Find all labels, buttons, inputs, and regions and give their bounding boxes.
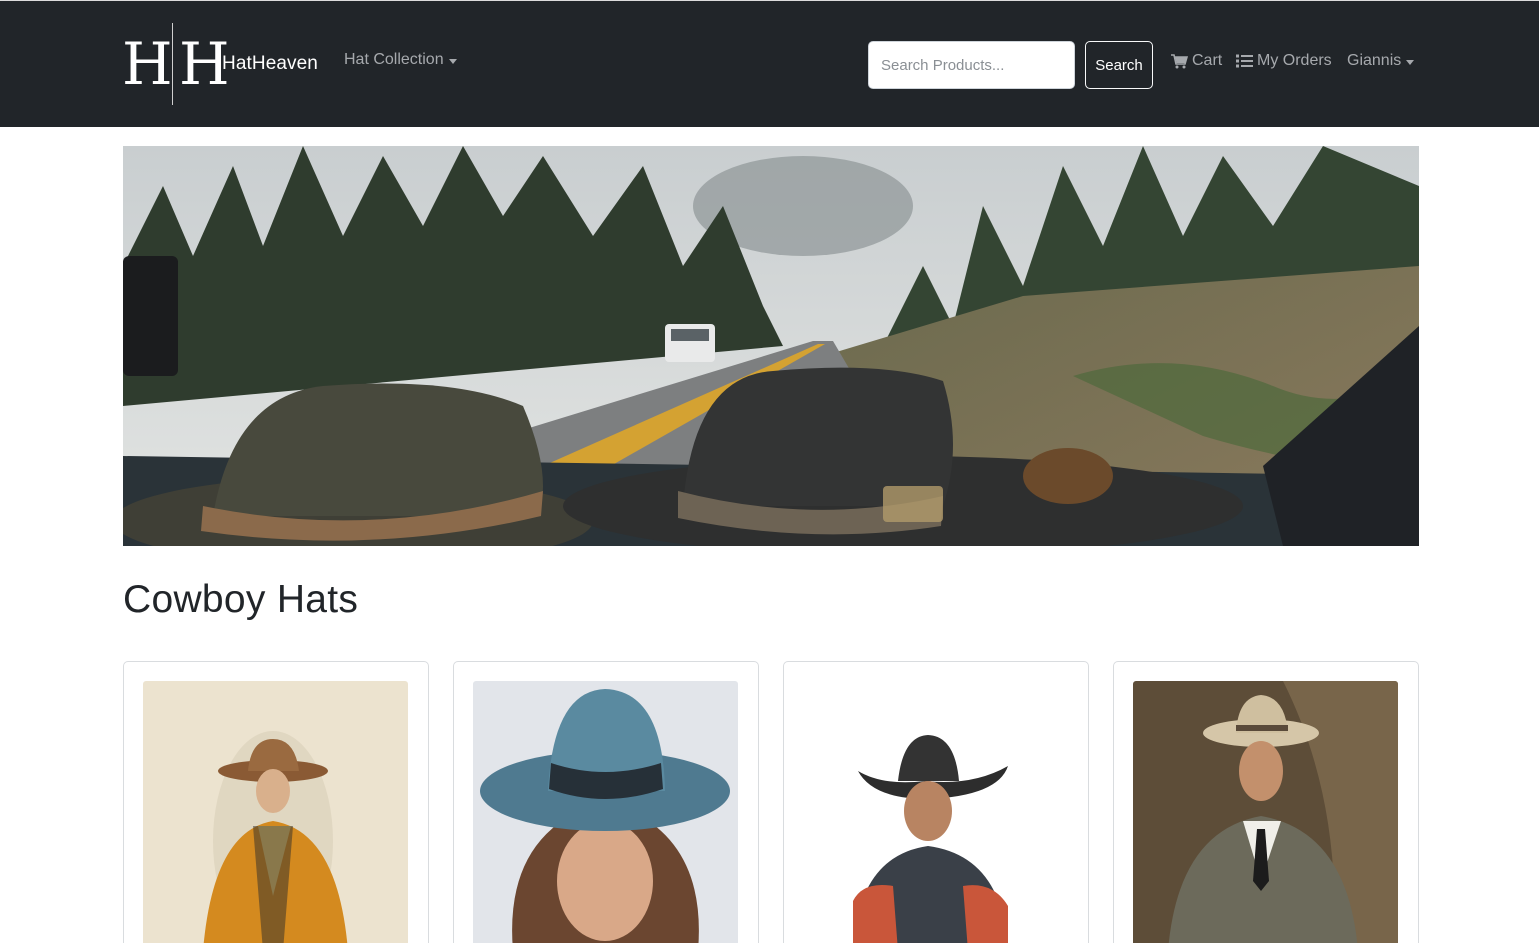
product-image[interactable] <box>143 681 408 943</box>
hat-collection-label: Hat Collection <box>344 51 444 68</box>
logo-letter-left: H <box>122 30 173 98</box>
list-icon <box>1236 54 1253 68</box>
cart-icon <box>1171 53 1188 68</box>
navbar: H H HatHeaven Hat Collection Search Cart… <box>0 0 1539 127</box>
brand-link[interactable]: H H HatHeaven <box>122 23 318 105</box>
logo-divider <box>172 23 173 105</box>
user-name: Giannis <box>1347 52 1402 69</box>
brand-name: HatHeaven <box>222 53 318 74</box>
brand-logo: H H <box>122 23 230 105</box>
my-orders-label: My Orders <box>1257 52 1332 69</box>
search-button[interactable]: Search <box>1085 41 1153 89</box>
product-card[interactable] <box>1113 661 1419 943</box>
product-card[interactable] <box>123 661 429 943</box>
cart-label: Cart <box>1192 52 1223 69</box>
section-title: Cowboy Hats <box>123 578 359 621</box>
search-input[interactable] <box>868 41 1075 89</box>
my-orders-link[interactable]: My Orders <box>1236 52 1332 70</box>
product-image[interactable] <box>803 681 1068 943</box>
product-image[interactable] <box>473 681 738 943</box>
cart-link[interactable]: Cart <box>1171 52 1222 70</box>
caret-down-icon <box>448 58 457 64</box>
product-card[interactable] <box>783 661 1089 943</box>
user-dropdown[interactable]: Giannis <box>1347 52 1415 70</box>
hat-collection-dropdown[interactable]: Hat Collection <box>344 51 457 69</box>
hero-banner <box>123 146 1419 546</box>
product-image[interactable] <box>1133 681 1398 943</box>
caret-down-icon <box>1406 59 1415 65</box>
hero-image <box>123 146 1419 546</box>
product-card[interactable] <box>453 661 759 943</box>
logo-letter-right: H <box>179 30 230 98</box>
